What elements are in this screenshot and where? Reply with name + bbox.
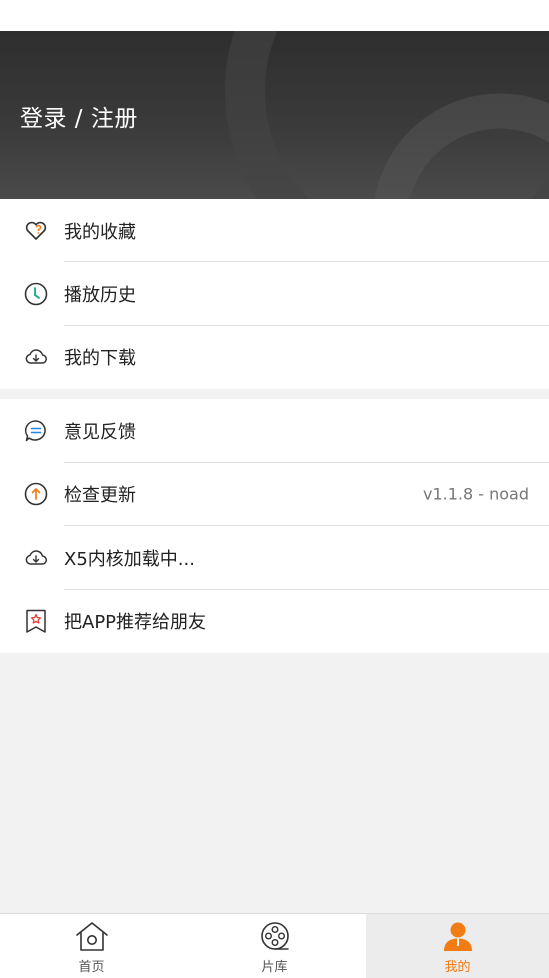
menu-item-label: 检查更新 (64, 485, 136, 507)
menu-group-settings: 意见反馈 检查更新 v1.1.8 - noad X5内核加载中... 把APP推… (0, 399, 549, 653)
menu-item-favorites[interactable]: 我的收藏 (0, 199, 549, 263)
chat-bubble-icon (24, 419, 46, 441)
version-text: v1.1.8 - noad (422, 484, 529, 504)
menu-item-check-update[interactable]: 检查更新 v1.1.8 - noad (0, 463, 549, 526)
menu-item-history[interactable]: 播放历史 (0, 262, 549, 326)
bookmark-star-icon (26, 610, 46, 633)
status-bar (0, 0, 549, 31)
cloud-download-icon (25, 550, 47, 565)
bottom-tab-bar: 首页 片库 我的 (0, 913, 549, 978)
clock-icon (24, 282, 48, 306)
home-icon (75, 922, 108, 951)
film-reel-icon (260, 922, 289, 950)
tab-home[interactable]: 首页 (0, 914, 183, 978)
menu-item-share-app[interactable]: 把APP推荐给朋友 (0, 590, 549, 654)
menu-item-label: 我的收藏 (64, 221, 136, 243)
tab-mine[interactable]: 我的 (366, 914, 549, 978)
menu-item-feedback[interactable]: 意见反馈 (0, 399, 549, 463)
arrow-up-circle-icon (24, 482, 48, 506)
tab-label: 首页 (78, 960, 105, 975)
profile-banner: 登录 / 注册 (0, 31, 549, 199)
menu-item-label: 我的下载 (64, 348, 136, 370)
tab-label: 我的 (444, 960, 471, 975)
login-register-link[interactable]: 登录 / 注册 (20, 99, 138, 133)
menu-group-personal: 我的收藏 播放历史 我的下载 (0, 199, 549, 389)
heart-icon (25, 221, 47, 240)
tab-library[interactable]: 片库 (183, 914, 366, 978)
menu-item-x5-kernel[interactable]: X5内核加载中... (0, 526, 549, 590)
menu-item-label: X5内核加载中... (64, 548, 195, 570)
menu-item-downloads[interactable]: 我的下载 (0, 326, 549, 389)
user-icon (443, 922, 472, 951)
menu-item-label: 把APP推荐给朋友 (64, 612, 207, 634)
menu-item-label: 意见反馈 (64, 421, 136, 443)
menu-item-label: 播放历史 (64, 284, 136, 306)
cloud-download-icon (25, 349, 47, 364)
tab-label: 片库 (261, 960, 288, 975)
